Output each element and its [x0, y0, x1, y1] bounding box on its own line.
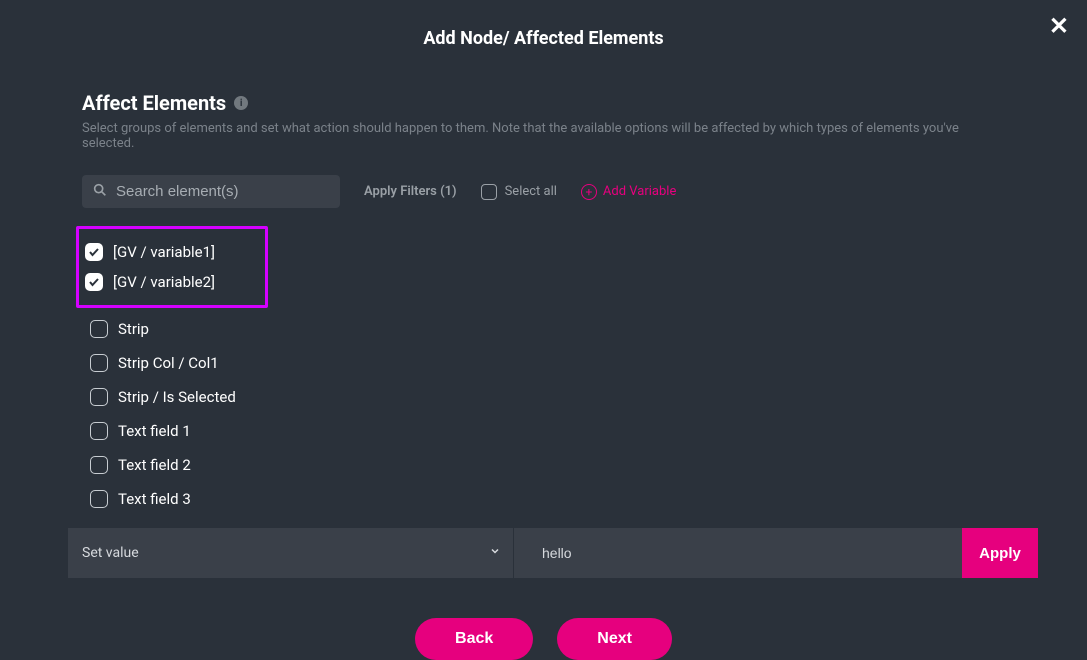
apply-button[interactable]: Apply — [962, 528, 1038, 578]
checkbox-icon — [90, 388, 108, 406]
list-item-label: [GV / variable1] — [113, 243, 215, 261]
checkbox-icon — [90, 354, 108, 372]
search-icon — [92, 182, 108, 202]
checkbox-icon — [90, 320, 108, 338]
list-item[interactable]: Text field 1 — [90, 414, 1005, 448]
select-all-checkbox[interactable]: Select all — [481, 184, 557, 200]
highlighted-group: [GV / variable1] [GV / variable2] — [76, 226, 268, 308]
list-item[interactable]: [GV / variable1] — [85, 237, 259, 267]
modal-title: Add Node/ Affected Elements — [0, 0, 1087, 49]
section-subtext: Select groups of elements and set what a… — [82, 121, 1005, 151]
next-button[interactable]: Next — [557, 618, 672, 660]
list-item-label: Text field 1 — [118, 422, 191, 440]
list-item-label: Text field 3 — [118, 490, 191, 508]
list-item-label: Strip — [118, 320, 149, 338]
info-icon[interactable]: i — [234, 96, 248, 110]
value-input[interactable] — [514, 528, 962, 578]
checkbox-icon — [90, 490, 108, 508]
checkbox-icon — [481, 184, 497, 200]
checkbox-icon — [90, 422, 108, 440]
list-item-label: Text field 2 — [118, 456, 191, 474]
action-select-label: Set value — [82, 545, 139, 561]
search-wrap — [82, 175, 340, 208]
checkbox-icon — [90, 456, 108, 474]
chevron-down-icon — [489, 545, 501, 561]
add-variable-label: Add Variable — [603, 184, 676, 199]
list-item[interactable]: Strip Col / Col1 — [90, 346, 1005, 380]
list-item[interactable]: Strip / Is Selected — [90, 380, 1005, 414]
select-all-label: Select all — [505, 184, 557, 199]
apply-filters-button[interactable]: Apply Filters (1) — [364, 184, 457, 199]
checkbox-icon — [85, 243, 103, 261]
list-item[interactable]: [GV / variable2] — [85, 267, 259, 297]
action-select[interactable]: Set value — [68, 528, 514, 578]
add-variable-button[interactable]: + Add Variable — [581, 184, 676, 200]
list-item-label: Strip / Is Selected — [118, 388, 236, 406]
list-item[interactable]: Strip — [90, 312, 1005, 346]
regular-group: Strip Strip Col / Col1 Strip / Is Selected… — [90, 312, 1005, 516]
close-icon[interactable]: ✕ — [1049, 14, 1069, 38]
plus-circle-icon: + — [581, 184, 597, 200]
section-title: Affect Elements — [82, 91, 226, 115]
search-input[interactable] — [82, 175, 340, 208]
list-item[interactable]: Text field 2 — [90, 448, 1005, 482]
checkbox-icon — [85, 273, 103, 291]
back-button[interactable]: Back — [415, 618, 533, 660]
list-item-label: Strip Col / Col1 — [118, 354, 219, 372]
list-item-label: [GV / variable2] — [113, 273, 215, 291]
list-item[interactable]: Text field 3 — [90, 482, 1005, 516]
